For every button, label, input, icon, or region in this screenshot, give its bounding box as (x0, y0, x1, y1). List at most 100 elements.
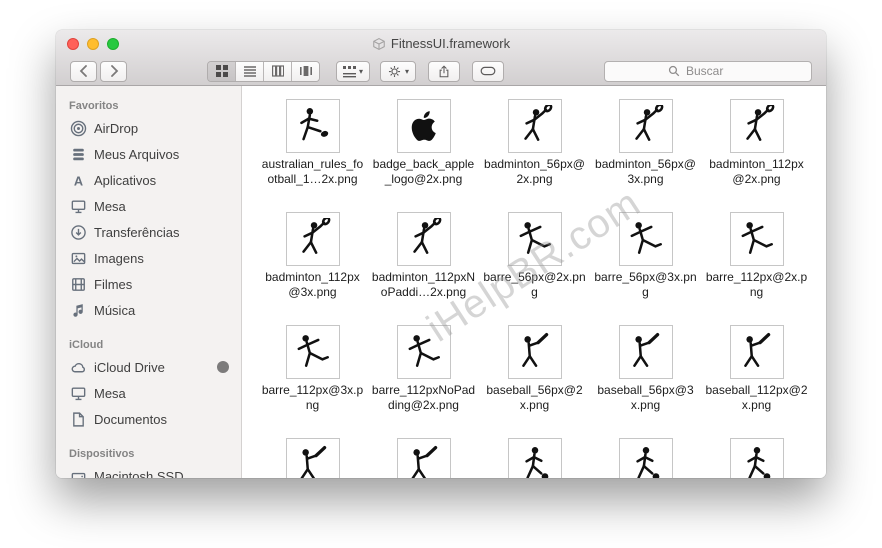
sidebar-item[interactable]: Aplicativos (56, 167, 241, 193)
file-thumbnail[interactable] (397, 325, 451, 379)
file-thumbnail[interactable] (619, 212, 673, 266)
file-item[interactable] (590, 438, 701, 478)
desktop-icon (70, 198, 87, 215)
chevron-right-icon (109, 65, 119, 77)
badminton-icon (292, 218, 334, 260)
sidebar-item[interactable]: Documentos (56, 406, 241, 432)
tag-icon (480, 65, 496, 77)
chevron-down-icon: ▾ (405, 67, 409, 76)
sidebar-section-title: iCloud (56, 335, 241, 354)
sidebar-section-list: Macintosh SSD (56, 463, 241, 478)
file-item[interactable]: australian_rules_football_1…2x.png (257, 99, 368, 212)
list-view-button[interactable] (236, 62, 264, 81)
file-item[interactable] (701, 438, 812, 478)
file-thumbnail[interactable] (730, 99, 784, 153)
window-title-area: FitnessUI.framework (56, 30, 826, 57)
file-thumbnail[interactable] (286, 325, 340, 379)
file-name: barre_56px@3x.png (594, 270, 698, 300)
toolbar: ▾ ▾ (56, 57, 826, 85)
file-item[interactable] (257, 438, 368, 478)
file-item[interactable]: barre_56px@3x.png (590, 212, 701, 325)
file-grid: australian_rules_football_1…2x.png badge… (242, 86, 826, 478)
file-thumbnail[interactable] (508, 325, 562, 379)
file-item[interactable]: barre_112px@3x.png (257, 325, 368, 438)
share-button[interactable] (428, 61, 460, 82)
file-item[interactable]: badminton_56px@3x.png (590, 99, 701, 212)
badminton-icon (625, 105, 667, 147)
sidebar-item[interactable]: Mesa (56, 193, 241, 219)
file-thumbnail[interactable] (730, 212, 784, 266)
music-icon (70, 302, 87, 319)
sidebar-item[interactable]: Filmes (56, 271, 241, 297)
tags-button[interactable] (472, 61, 504, 82)
file-item[interactable]: barre_112px@2x.png (701, 212, 812, 325)
sidebar-item[interactable]: Macintosh SSD (56, 463, 241, 478)
back-button[interactable] (70, 61, 97, 82)
file-item[interactable]: baseball_56px@2x.png (479, 325, 590, 438)
sidebar-item[interactable]: Meus Arquivos (56, 141, 241, 167)
sidebar-item[interactable]: Transferências (56, 219, 241, 245)
action-button[interactable]: ▾ (380, 61, 416, 82)
file-name: barre_56px@2x.png (483, 270, 587, 300)
files-icon (70, 146, 87, 163)
sidebar-item[interactable]: Imagens (56, 245, 241, 271)
search-field[interactable] (604, 61, 812, 82)
file-thumbnail[interactable] (508, 212, 562, 266)
baseball-icon (625, 331, 667, 373)
file-thumbnail[interactable] (397, 212, 451, 266)
search-input[interactable] (684, 63, 748, 79)
sidebar-item-label: Imagens (94, 251, 144, 266)
file-name: baseball_112px@2x.png (705, 383, 809, 413)
file-thumbnail[interactable] (397, 99, 451, 153)
file-name: badminton_112pxNoPaddi…2x.png (372, 270, 476, 300)
icon-view-button[interactable] (208, 62, 236, 81)
football-icon (292, 105, 334, 147)
sidebar-item[interactable]: Música (56, 297, 241, 323)
share-icon (437, 64, 451, 79)
file-name: barre_112px@2x.png (705, 270, 809, 300)
file-item[interactable]: barre_112pxNoPadding@2x.png (368, 325, 479, 438)
framework-proxy-icon (372, 37, 386, 51)
file-thumbnail[interactable] (286, 99, 340, 153)
file-item[interactable]: badminton_56px@2x.png (479, 99, 590, 212)
file-thumbnail[interactable] (397, 438, 451, 478)
file-thumbnail[interactable] (286, 212, 340, 266)
file-item[interactable] (368, 438, 479, 478)
file-thumbnail[interactable] (619, 99, 673, 153)
file-item[interactable]: baseball_56px@3x.png (590, 325, 701, 438)
sidebar-item[interactable]: iCloud Drive (56, 354, 241, 380)
sidebar-section-list: iCloud Drive Mesa Documentos (56, 354, 241, 432)
sidebar-item[interactable]: Mesa (56, 380, 241, 406)
file-thumbnail[interactable] (508, 99, 562, 153)
soccer-icon (514, 444, 556, 478)
sidebar-section: iCloud iCloud Drive Mesa Documentos (56, 335, 241, 432)
list-view-icon (244, 65, 256, 77)
file-thumbnail[interactable] (619, 325, 673, 379)
file-item[interactable]: badminton_112px@3x.png (257, 212, 368, 325)
sidebar-item-label: Transferências (94, 225, 180, 240)
column-view-button[interactable] (264, 62, 292, 81)
chevron-down-icon: ▾ (359, 67, 363, 76)
file-item[interactable]: badminton_112px@2x.png (701, 99, 812, 212)
file-item[interactable]: baseball_112px@2x.png (701, 325, 812, 438)
file-thumbnail[interactable] (730, 438, 784, 478)
file-item[interactable] (479, 438, 590, 478)
coverflow-view-button[interactable] (292, 62, 319, 81)
drive-icon (70, 468, 87, 479)
file-thumbnail[interactable] (730, 325, 784, 379)
sidebar-item-label: AirDrop (94, 121, 138, 136)
file-thumbnail[interactable] (286, 438, 340, 478)
sidebar-item[interactable]: AirDrop (56, 115, 241, 141)
sidebar-item-label: Macintosh SSD (94, 469, 184, 479)
file-thumbnail[interactable] (508, 438, 562, 478)
titlebar[interactable]: FitnessUI.framework (56, 30, 826, 57)
file-item[interactable]: barre_56px@2x.png (479, 212, 590, 325)
file-item[interactable]: badge_back_apple_logo@2x.png (368, 99, 479, 212)
sidebar-item-label: Música (94, 303, 135, 318)
file-name: barre_112pxNoPadding@2x.png (372, 383, 476, 413)
group-by-button[interactable]: ▾ (336, 61, 370, 82)
file-name: badminton_112px@3x.png (261, 270, 365, 300)
file-item[interactable]: badminton_112pxNoPaddi…2x.png (368, 212, 479, 325)
file-thumbnail[interactable] (619, 438, 673, 478)
forward-button[interactable] (100, 61, 127, 82)
